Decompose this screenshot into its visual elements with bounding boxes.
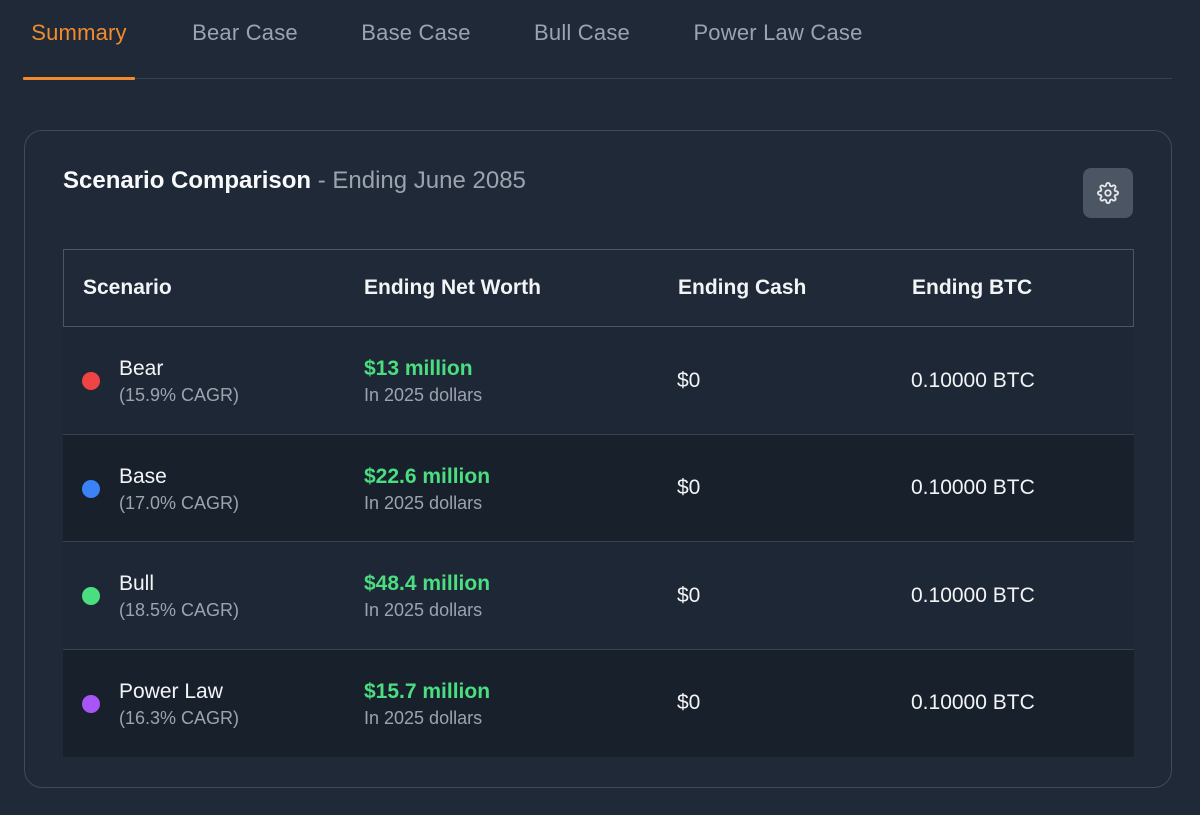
tab-label: Bear Case: [192, 19, 298, 45]
card-title-separator: -: [311, 167, 333, 194]
tab-label: Base Case: [361, 19, 471, 45]
card-title-main: Scenario Comparison: [63, 167, 312, 194]
scenario-color-dot: [82, 372, 100, 390]
net-worth-value: $15.7 million: [364, 679, 491, 703]
tab-summary[interactable]: Summary: [23, 0, 135, 80]
scenario-name: Bear: [119, 357, 164, 380]
table-row: Bull (18.5% CAGR) $48.4 million In 2025 …: [63, 542, 1134, 650]
tab-label: Power Law Case: [693, 19, 863, 45]
scenario-comparison-card: Scenario Comparison - Ending June 2085 S…: [24, 130, 1172, 788]
table-row: Bear (15.9% CAGR) $13 million In 2025 do…: [63, 327, 1134, 435]
scenario-cagr: (15.9% CAGR): [119, 385, 240, 405]
net-worth-note: In 2025 dollars: [364, 492, 483, 513]
cash-value: $0: [677, 476, 701, 499]
scenario-name: Bull: [119, 572, 155, 595]
net-worth-value: $13 million: [364, 357, 473, 380]
cash-value: $0: [677, 583, 701, 607]
tab-label: Summary: [31, 19, 127, 45]
scenario-table: Scenario Ending Net Worth Ending Cash En…: [63, 249, 1134, 757]
tab-power-law-case[interactable]: Power Law Case: [685, 0, 871, 79]
tab-bear-case[interactable]: Bear Case: [180, 0, 310, 79]
btc-value: 0.10000 BTC: [911, 691, 1035, 714]
scenario-cagr: (16.3% CAGR): [119, 707, 240, 728]
table-header: Scenario Ending Net Worth Ending Cash En…: [63, 249, 1134, 327]
scenario-name: Power Law: [119, 679, 223, 703]
cash-value: $0: [677, 368, 701, 392]
scenario-color-dot: [82, 694, 100, 713]
table-row: Power Law (16.3% CAGR) $15.7 million In …: [63, 649, 1134, 757]
btc-value: 0.10000 BTC: [911, 368, 1035, 392]
net-worth-note: In 2025 dollars: [364, 385, 483, 405]
scenario-cagr: (17.0% CAGR): [119, 492, 240, 513]
gear-icon: [1097, 182, 1119, 204]
btc-value: 0.10000 BTC: [911, 583, 1035, 607]
tab-label: Bull Case: [534, 19, 630, 45]
header-btc: Ending BTC: [912, 276, 1033, 299]
scenario-color-dot: [82, 587, 100, 605]
header-cash: Ending Cash: [678, 276, 807, 299]
tab-bar: Summary Bear Case Base Case Bull Case Po…: [23, 0, 1172, 80]
header-net-worth: Ending Net Worth: [364, 276, 541, 299]
settings-button[interactable]: [1083, 168, 1133, 218]
net-worth-value: $22.6 million: [364, 464, 491, 488]
scenario-cagr: (18.5% CAGR): [119, 600, 240, 620]
scenario-color-dot: [82, 479, 100, 498]
card-title: Scenario Comparison - Ending June 2085: [63, 167, 526, 195]
net-worth-value: $48.4 million: [364, 572, 491, 595]
cash-value: $0: [677, 691, 701, 714]
header-scenario: Scenario: [83, 276, 172, 299]
btc-value: 0.10000 BTC: [911, 476, 1035, 499]
net-worth-note: In 2025 dollars: [364, 600, 483, 620]
tab-base-case[interactable]: Base Case: [353, 0, 479, 79]
tab-bull-case[interactable]: Bull Case: [523, 0, 641, 79]
net-worth-note: In 2025 dollars: [364, 707, 483, 728]
scenario-name: Base: [119, 464, 167, 488]
card-subtitle: Ending June 2085: [332, 167, 526, 194]
table-row: Base (17.0% CAGR) $22.6 million In 2025 …: [63, 434, 1134, 542]
